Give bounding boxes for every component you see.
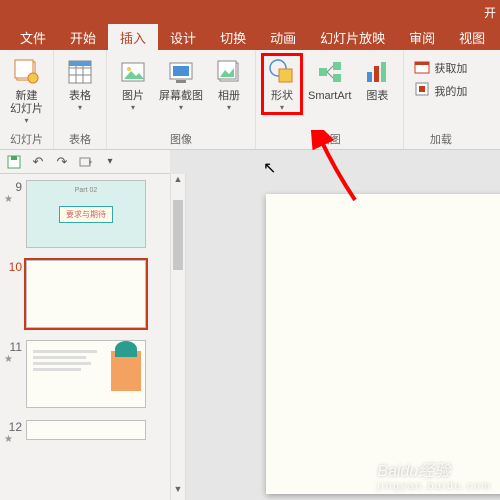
tab-insert[interactable]: 插入 (108, 24, 158, 50)
animation-star-icon: ★ (4, 354, 22, 365)
get-addins-button[interactable]: 获取加 (414, 58, 467, 77)
screenshot-label: 屏幕截图 (159, 90, 203, 103)
start-icon[interactable] (78, 154, 94, 170)
title-text: 开 (484, 4, 496, 21)
slide-thumbnail[interactable] (26, 260, 146, 328)
table-button[interactable]: 表格 ▾ (60, 54, 100, 114)
shapes-icon (266, 56, 298, 88)
watermark-main: Baidu经验 (377, 463, 450, 480)
group-slides: 新建 幻灯片 ▾ 幻灯片 (0, 50, 54, 149)
current-slide[interactable] (266, 194, 500, 494)
chevron-down-icon: ▾ (131, 103, 135, 112)
undo-icon[interactable]: ↶ (30, 154, 46, 170)
ribbon: 新建 幻灯片 ▾ 幻灯片 表格 ▾ 表格 图片 ▾ 屏幕截图 ▾ (0, 50, 500, 150)
shapes-button[interactable]: 形状 ▾ (262, 54, 302, 114)
thumb-row[interactable]: 11 ★ (0, 334, 170, 414)
group-tables-label: 表格 (69, 131, 91, 147)
thumb-title: 要求与期待 (59, 206, 113, 223)
screenshot-icon (165, 56, 197, 88)
smartart-label: SmartArt (308, 90, 351, 103)
group-tables: 表格 ▾ 表格 (54, 50, 107, 149)
chart-label: 图表 (366, 90, 388, 103)
addin-icon (414, 81, 430, 100)
slide-thumbnail[interactable]: Part 02 要求与期待 (26, 180, 146, 248)
chevron-down-icon: ▾ (78, 103, 82, 112)
slide-thumbnail[interactable] (26, 340, 146, 408)
thumb-row[interactable]: 10 (0, 254, 170, 334)
slide-thumbnail-pane: 9 ★ Part 02 要求与期待 10 11 ★ 12 ★ (0, 174, 170, 500)
watermark: Baidu经验 jingyan.baidu.com (377, 457, 492, 492)
chevron-down-icon: ▾ (179, 103, 183, 112)
animation-star-icon: ★ (4, 434, 22, 445)
thumb-row[interactable]: 12 ★ (0, 414, 170, 451)
scroll-up-icon[interactable]: ▲ (171, 174, 185, 190)
my-addins-label: 我的加 (434, 83, 467, 99)
thumb-number: 12 (4, 420, 22, 434)
slide-thumbnail[interactable] (26, 420, 146, 440)
tab-review[interactable]: 审阅 (397, 24, 447, 50)
picture-label: 图片 (122, 90, 144, 103)
group-addins: 获取加 我的加 加载 (404, 50, 477, 149)
group-illus-label: 插图 (319, 131, 341, 147)
table-icon (64, 56, 96, 88)
thumbnail-scrollbar[interactable]: ▲ ▼ (170, 174, 186, 500)
chevron-down-icon: ▾ (227, 103, 231, 112)
tab-home[interactable]: 开始 (58, 24, 108, 50)
group-images: 图片 ▾ 屏幕截图 ▾ 相册 ▾ 图像 (107, 50, 256, 149)
tab-slideshow[interactable]: 幻灯片放映 (308, 24, 397, 50)
picture-icon (117, 56, 149, 88)
tab-file[interactable]: 文件 (8, 24, 58, 50)
group-images-label: 图像 (170, 131, 192, 147)
thumb-row[interactable]: 9 ★ Part 02 要求与期待 (0, 174, 170, 254)
thumb-number: 11 (4, 340, 22, 354)
table-label: 表格 (69, 90, 91, 103)
watermark-sub: jingyan.baidu.com (377, 481, 492, 492)
tab-design[interactable]: 设计 (158, 24, 208, 50)
ribbon-tabs: 文件 开始 插入 设计 切换 动画 幻灯片放映 审阅 视图 (0, 24, 500, 50)
tab-transition[interactable]: 切换 (208, 24, 258, 50)
album-label: 相册 (218, 90, 240, 103)
qat-more-icon[interactable]: ▾ (102, 154, 118, 170)
album-button[interactable]: 相册 ▾ (209, 54, 249, 114)
album-icon (213, 56, 245, 88)
chevron-down-icon: ▾ (24, 116, 28, 125)
chart-icon (361, 56, 393, 88)
scrollbar-thumb[interactable] (173, 200, 183, 270)
quick-access-toolbar: ↶ ↷ ▾ (0, 150, 170, 174)
new-slide-label: 新建 幻灯片 (10, 90, 43, 116)
new-slide-icon (11, 56, 43, 88)
chevron-down-icon: ▾ (280, 103, 284, 112)
scroll-down-icon[interactable]: ▼ (171, 484, 185, 500)
chart-button[interactable]: 图表 (357, 54, 397, 105)
screenshot-button[interactable]: 屏幕截图 ▾ (155, 54, 207, 114)
animation-star-icon: ★ (4, 194, 22, 205)
smartart-icon (314, 56, 346, 88)
picture-button[interactable]: 图片 ▾ (113, 54, 153, 114)
group-addins-label: 加载 (430, 131, 452, 147)
tab-view[interactable]: 视图 (447, 24, 497, 50)
title-bar: 开 (0, 0, 500, 24)
smartart-button[interactable]: SmartArt (304, 54, 355, 105)
store-icon (414, 58, 430, 77)
slide-canvas-area (186, 174, 500, 500)
shapes-label: 形状 (271, 90, 293, 103)
thumb-number: 9 (4, 180, 22, 194)
new-slide-button[interactable]: 新建 幻灯片 ▾ (6, 54, 47, 127)
group-slides-label: 幻灯片 (10, 131, 43, 147)
group-illustrations: 形状 ▾ SmartArt 图表 插图 (256, 50, 404, 149)
my-addins-button[interactable]: 我的加 (414, 81, 467, 100)
thumb-part-label: Part 02 (75, 187, 98, 194)
save-icon[interactable] (6, 154, 22, 170)
thumb-number: 10 (4, 260, 22, 274)
get-addins-label: 获取加 (434, 60, 467, 76)
tab-animation[interactable]: 动画 (258, 24, 308, 50)
redo-icon[interactable]: ↷ (54, 154, 70, 170)
